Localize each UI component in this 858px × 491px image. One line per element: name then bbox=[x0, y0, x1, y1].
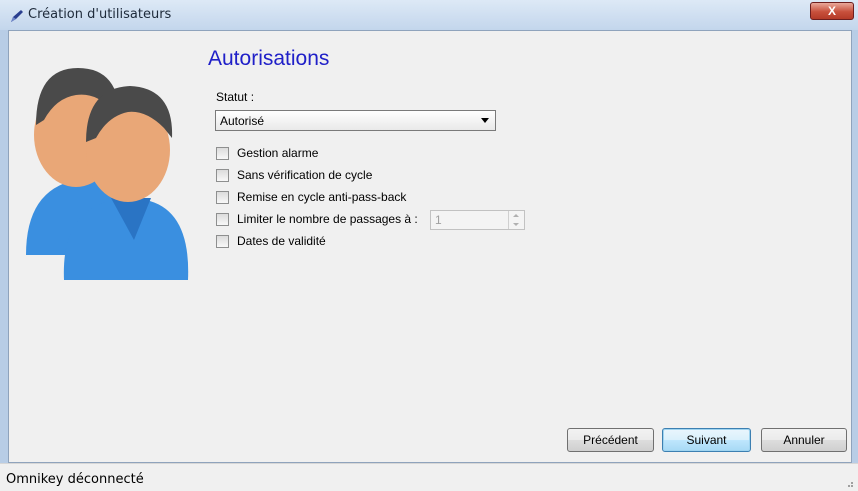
stepper-buttons bbox=[508, 211, 524, 229]
checkbox[interactable] bbox=[216, 147, 229, 160]
resize-grip-icon[interactable] bbox=[844, 478, 854, 488]
page-title: Autorisations bbox=[208, 47, 330, 70]
option-label: Dates de validité bbox=[237, 234, 326, 248]
passages-stepper[interactable]: 1 bbox=[430, 210, 525, 230]
close-button[interactable]: X bbox=[810, 2, 854, 20]
chevron-down-icon[interactable] bbox=[481, 118, 489, 123]
statut-select[interactable]: Autorisé bbox=[215, 110, 496, 131]
cancel-button[interactable]: Annuler bbox=[761, 428, 847, 452]
passages-value: 1 bbox=[435, 213, 442, 227]
users-icon bbox=[26, 68, 189, 280]
previous-button[interactable]: Précédent bbox=[567, 428, 654, 452]
pen-icon bbox=[11, 10, 23, 22]
next-button[interactable]: Suivant bbox=[662, 428, 751, 452]
dialog-window: Création d'utilisateurs X Autorisations … bbox=[0, 0, 858, 491]
statut-selected-value: Autorisé bbox=[220, 114, 265, 128]
chevron-down-icon[interactable] bbox=[509, 220, 524, 229]
option-label: Limiter le nombre de passages à : bbox=[237, 212, 418, 226]
checkbox[interactable] bbox=[216, 235, 229, 248]
checkbox[interactable] bbox=[216, 169, 229, 182]
window-title: Création d'utilisateurs bbox=[28, 7, 172, 22]
statut-label: Statut : bbox=[216, 90, 255, 104]
chevron-up-icon[interactable] bbox=[509, 211, 524, 220]
status-bar: Omnikey déconnecté bbox=[0, 463, 858, 491]
checkbox[interactable] bbox=[216, 191, 229, 204]
status-text: Omnikey déconnecté bbox=[6, 472, 144, 487]
title-bar[interactable]: Création d'utilisateurs X bbox=[0, 0, 858, 30]
checkbox[interactable] bbox=[216, 213, 229, 226]
option-label: Remise en cycle anti-pass-back bbox=[237, 190, 407, 204]
option-label: Gestion alarme bbox=[237, 146, 319, 160]
option-label: Sans vérification de cycle bbox=[237, 168, 373, 182]
